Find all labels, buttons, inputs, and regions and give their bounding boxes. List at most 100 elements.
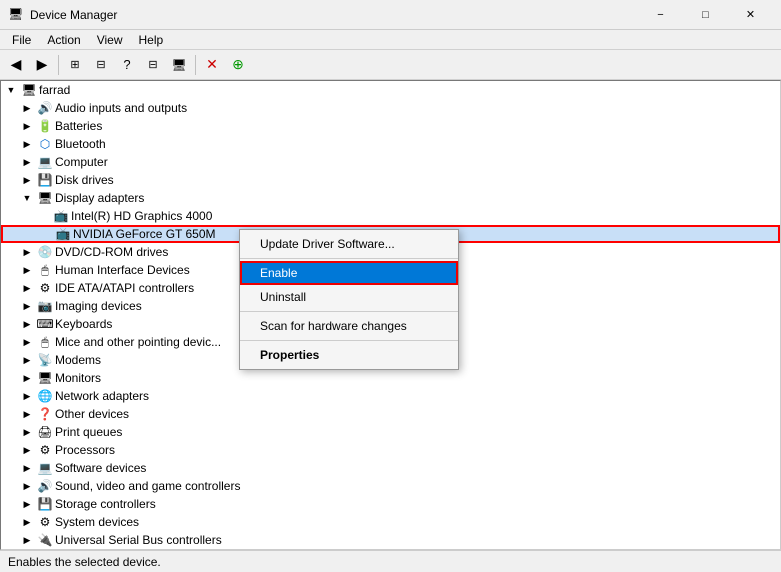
- expand-icon[interactable]: ▶: [19, 532, 35, 548]
- item-label: Disk drives: [55, 173, 114, 187]
- ctx-enable[interactable]: Enable: [240, 261, 458, 285]
- tree-root[interactable]: ▼ 🖥 farrad: [1, 81, 780, 99]
- list-item[interactable]: ▶ 💾 Storage controllers: [1, 495, 780, 513]
- toolbar-help[interactable]: ?: [115, 53, 139, 77]
- list-item[interactable]: ▶ 🖥 Monitors: [1, 369, 780, 387]
- menu-file[interactable]: File: [4, 31, 39, 49]
- minimize-button[interactable]: −: [638, 0, 683, 30]
- display-icon: 🖥: [37, 190, 53, 206]
- list-item[interactable]: ▼ 🖥 Display adapters: [1, 189, 780, 207]
- list-item[interactable]: ▶ 🔌 Universal Serial Bus controllers: [1, 531, 780, 549]
- toolbar-scan[interactable]: 🖥: [167, 53, 191, 77]
- close-button[interactable]: ✕: [728, 0, 773, 30]
- toolbar-properties[interactable]: ⊞: [63, 53, 87, 77]
- ctx-sep-2: [240, 311, 458, 312]
- item-label: Mice and other pointing devic...: [55, 335, 221, 349]
- expand-icon[interactable]: ▶: [19, 136, 35, 152]
- network-icon: 🌐: [37, 388, 53, 404]
- expand-icon[interactable]: ▶: [19, 514, 35, 530]
- usb-icon: 🔌: [37, 532, 53, 548]
- expand-icon[interactable]: ▶: [19, 298, 35, 314]
- ctx-sep-1: [240, 258, 458, 259]
- list-item[interactable]: ▶ 💻 Software devices: [1, 459, 780, 477]
- expand-icon[interactable]: ▶: [19, 424, 35, 440]
- expand-icon[interactable]: ▶: [19, 496, 35, 512]
- menu-help[interactable]: Help: [131, 31, 172, 49]
- expand-icon[interactable]: ▶: [19, 478, 35, 494]
- list-item[interactable]: ▶ ⚙ System devices: [1, 513, 780, 531]
- dvd-icon: 💿: [37, 244, 53, 260]
- item-label: DVD/CD-ROM drives: [55, 245, 168, 259]
- expand-icon[interactable]: ▶: [19, 406, 35, 422]
- toolbar-sep-2: [195, 55, 196, 75]
- list-item[interactable]: ▶ 🔊 Audio inputs and outputs: [1, 99, 780, 117]
- ctx-uninstall[interactable]: Uninstall: [240, 285, 458, 309]
- item-label: Print queues: [55, 425, 122, 439]
- expand-icon[interactable]: ▶: [19, 316, 35, 332]
- item-label: Monitors: [55, 371, 101, 385]
- expand-icon[interactable]: ▶: [19, 442, 35, 458]
- expand-icon[interactable]: ▶: [19, 100, 35, 116]
- expand-icon[interactable]: ▶: [19, 244, 35, 260]
- storage-icon: 💾: [37, 496, 53, 512]
- list-item[interactable]: ▶ ⬡ Bluetooth: [1, 135, 780, 153]
- ctx-update-driver[interactable]: Update Driver Software...: [240, 232, 458, 256]
- list-item[interactable]: ▶ 💾 Disk drives: [1, 171, 780, 189]
- expand-icon[interactable]: ▶: [19, 460, 35, 476]
- toolbar-remove[interactable]: ✕: [200, 53, 224, 77]
- list-item[interactable]: ▶ 🔊 Sound, video and game controllers: [1, 477, 780, 495]
- expand-icon[interactable]: ▶: [19, 388, 35, 404]
- expand-icon[interactable]: ▶: [19, 280, 35, 296]
- audio-icon: 🔊: [37, 100, 53, 116]
- status-text: Enables the selected device.: [8, 555, 161, 569]
- item-label: Human Interface Devices: [55, 263, 190, 277]
- ctx-scan[interactable]: Scan for hardware changes: [240, 314, 458, 338]
- item-label: Bluetooth: [55, 137, 106, 151]
- item-label: Display adapters: [55, 191, 144, 205]
- toolbar-add[interactable]: ⊕: [226, 53, 250, 77]
- list-item[interactable]: ▶ ❓ Other devices: [1, 405, 780, 423]
- toolbar-back[interactable]: ◀: [4, 53, 28, 77]
- ctx-properties[interactable]: Properties: [240, 343, 458, 367]
- computer-icon: 🖥: [21, 82, 37, 98]
- hid-icon: 🖱: [37, 262, 53, 278]
- menu-action[interactable]: Action: [39, 31, 88, 49]
- expand-icon[interactable]: ▶: [19, 172, 35, 188]
- list-item[interactable]: ▶ 🖨 Print queues: [1, 423, 780, 441]
- expand-icon[interactable]: ▼: [19, 190, 35, 206]
- root-label: farrad: [39, 83, 70, 97]
- item-label: Processors: [55, 443, 115, 457]
- menu-view[interactable]: View: [89, 31, 131, 49]
- status-bar: Enables the selected device.: [0, 550, 781, 572]
- item-label: System devices: [55, 515, 139, 529]
- list-item[interactable]: ▶ ⚙ Processors: [1, 441, 780, 459]
- expand-icon[interactable]: ▶: [19, 334, 35, 350]
- expand-icon[interactable]: ▶: [19, 262, 35, 278]
- sound-icon: 🔊: [37, 478, 53, 494]
- mice-icon: 🖱: [37, 334, 53, 350]
- toolbar-sep-1: [58, 55, 59, 75]
- toolbar-forward[interactable]: ▶: [30, 53, 54, 77]
- item-label: Keyboards: [55, 317, 112, 331]
- nvidia-label: NVIDIA GeForce GT 650M: [73, 227, 216, 241]
- list-item[interactable]: ▶ 🔋 Batteries: [1, 117, 780, 135]
- expand-icon[interactable]: ▶: [19, 118, 35, 134]
- maximize-button[interactable]: □: [683, 0, 728, 30]
- root-expand-btn[interactable]: ▼: [3, 82, 19, 98]
- window-title: Device Manager: [30, 8, 638, 22]
- list-item[interactable]: ▶ 📺 Intel(R) HD Graphics 4000: [1, 207, 780, 225]
- expand-icon[interactable]: ▶: [19, 370, 35, 386]
- expand-icon[interactable]: ▶: [19, 154, 35, 170]
- device-tree[interactable]: ▼ 🖥 farrad ▶ 🔊 Audio inputs and outputs …: [0, 80, 781, 550]
- modem-icon: 📡: [37, 352, 53, 368]
- toolbar-uninstall[interactable]: ⊟: [141, 53, 165, 77]
- list-item[interactable]: ▶ 🌐 Network adapters: [1, 387, 780, 405]
- list-item[interactable]: ▶ 💻 Computer: [1, 153, 780, 171]
- item-label: Universal Serial Bus controllers: [55, 533, 222, 547]
- toolbar-update[interactable]: ⊟: [89, 53, 113, 77]
- other-icon: ❓: [37, 406, 53, 422]
- ide-icon: ⚙: [37, 280, 53, 296]
- expand-icon[interactable]: ▶: [19, 352, 35, 368]
- processor-icon: ⚙: [37, 442, 53, 458]
- print-icon: 🖨: [37, 424, 53, 440]
